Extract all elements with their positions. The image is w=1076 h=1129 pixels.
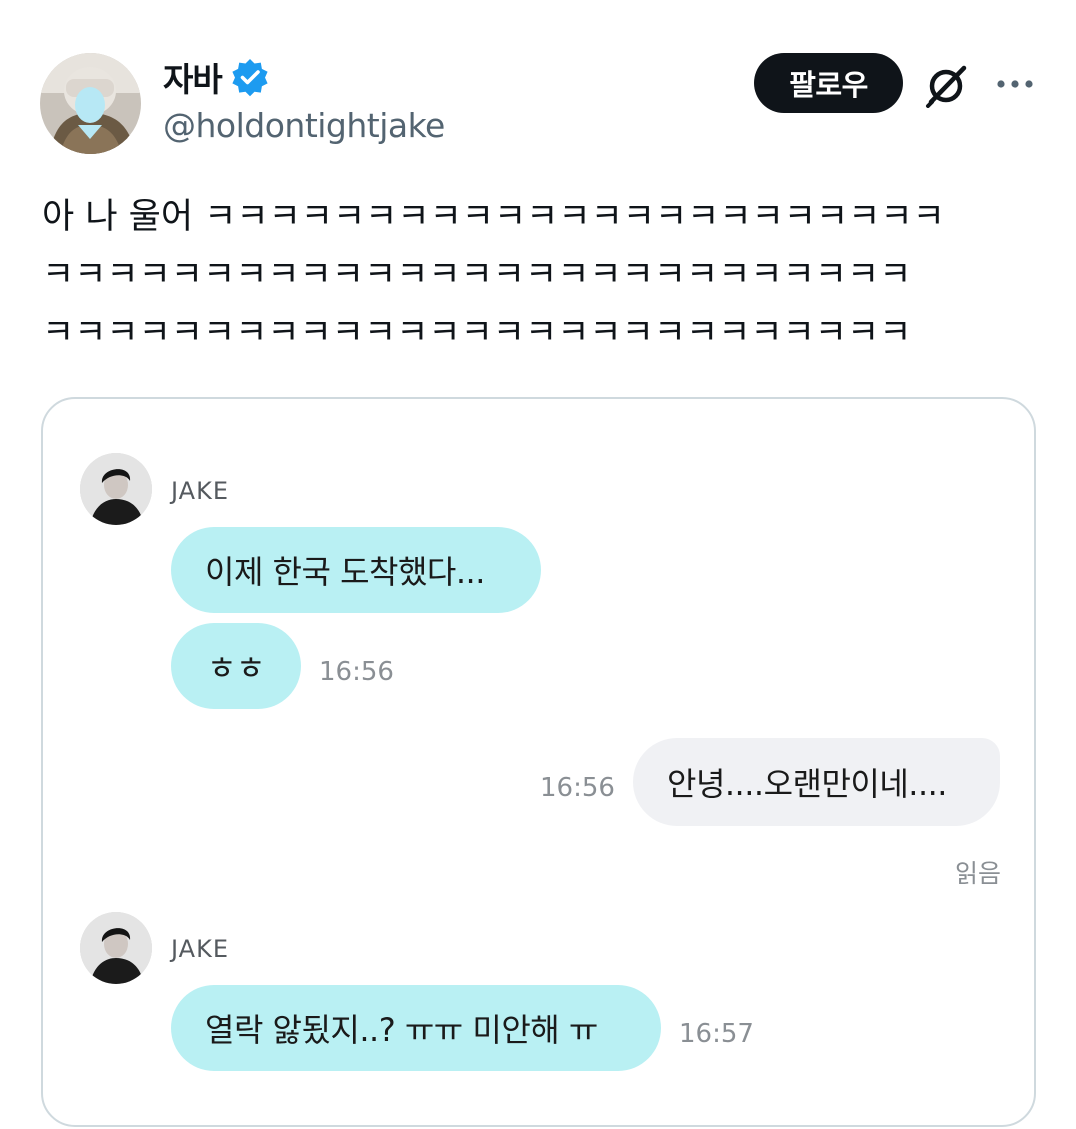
message-timestamp: 16:57: [679, 1019, 754, 1049]
author-avatar[interactable]: [40, 53, 141, 154]
jake-avatar: [80, 912, 152, 984]
author-handle[interactable]: @holdontightjake: [163, 106, 445, 145]
verified-badge-icon: [230, 57, 270, 97]
outgoing-message: 안녕....오랜만이네....: [633, 738, 1000, 826]
incoming-message: ㅎㅎ: [171, 623, 301, 709]
tweet-media-image[interactable]: JAKE 이제 한국 도착했다... ㅎㅎ 16:56 16:56 안녕....…: [41, 397, 1036, 1127]
tweet-text: 아 나 울어 ㅋㅋㅋㅋㅋㅋㅋㅋㅋㅋㅋㅋㅋㅋㅋㅋㅋㅋㅋㅋㅋㅋㅋ ㅋㅋㅋㅋㅋㅋㅋㅋㅋ…: [42, 197, 945, 353]
author-display-name[interactable]: 자바: [163, 53, 223, 101]
sender-name: JAKE: [171, 477, 229, 505]
message-timestamp: 16:56: [540, 773, 615, 803]
profile-photo-avatar: [40, 53, 141, 154]
more-dots-icon[interactable]: [995, 72, 1035, 96]
cut-off-header-text: [463, 399, 623, 414]
author-name-row: 자바: [163, 52, 270, 102]
jake-avatar: [80, 453, 152, 525]
message-timestamp: 16:56: [319, 657, 394, 687]
incoming-message: 이제 한국 도착했다...: [171, 527, 541, 613]
incoming-message: 열락 앓됬지..? ㅠㅠ 미안해 ㅠ: [171, 985, 661, 1071]
read-receipt: 읽음: [955, 859, 1002, 888]
follow-button[interactable]: 팔로우: [754, 53, 903, 113]
grok-slash-icon[interactable]: [924, 62, 970, 108]
sender-name: JAKE: [171, 935, 229, 963]
